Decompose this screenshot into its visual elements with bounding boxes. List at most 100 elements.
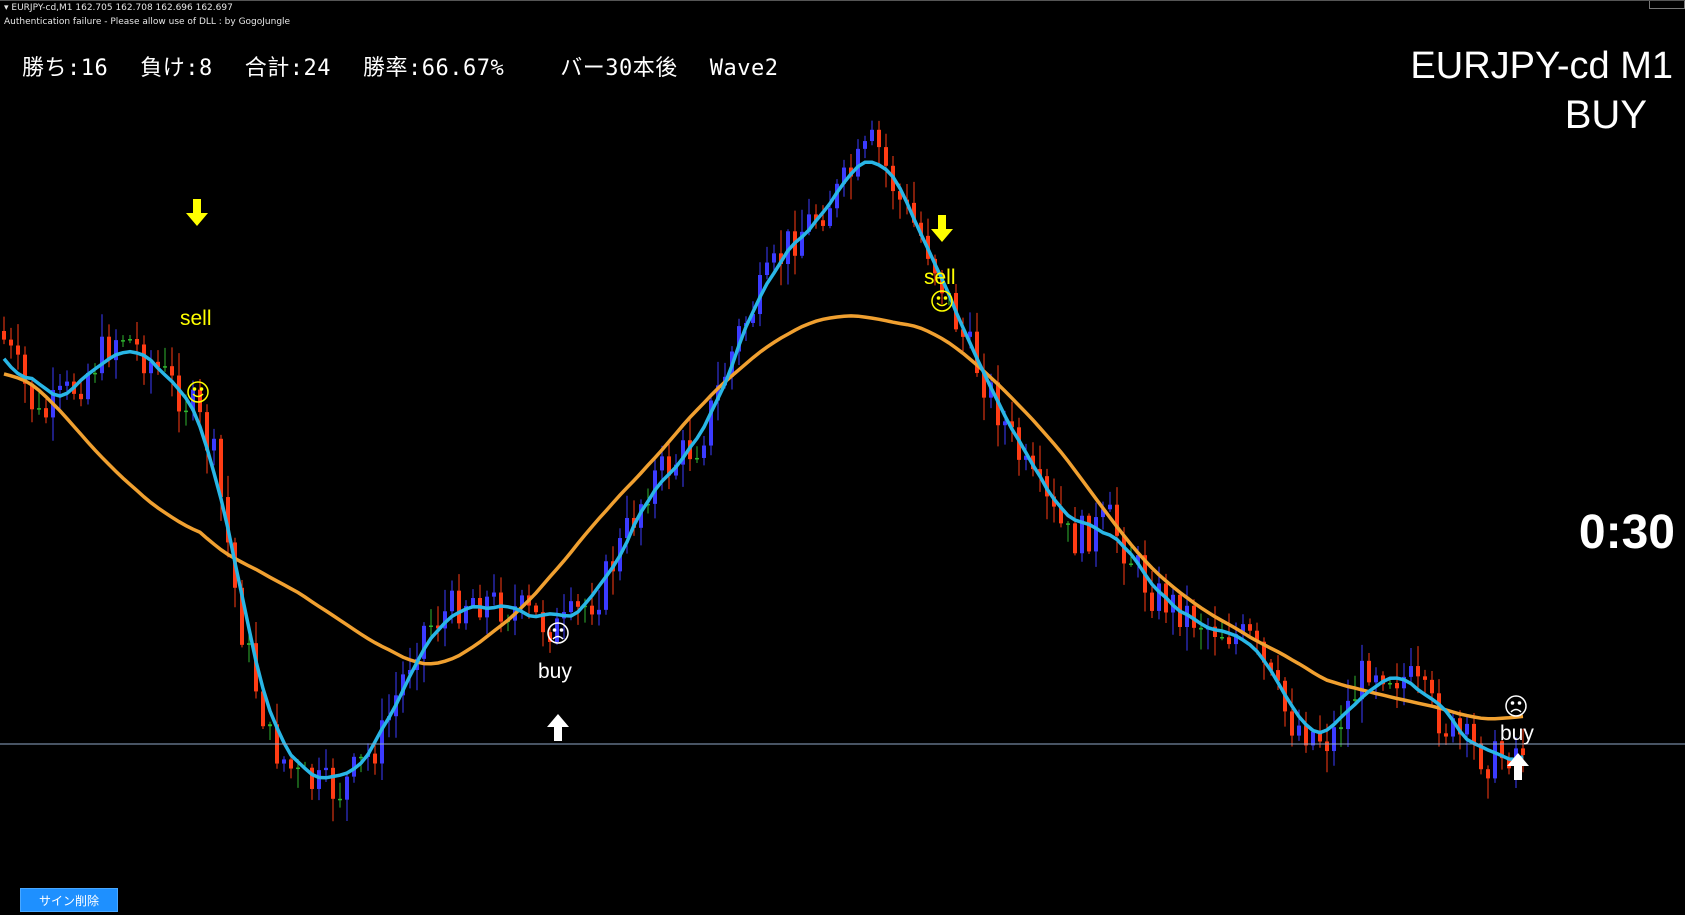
slow-moving-average-line (3, 314, 1524, 721)
candle-body (93, 372, 97, 375)
dropdown-triangle-icon[interactable]: ▾ (4, 3, 9, 13)
sell-label: sell (924, 266, 956, 289)
candle-body (1227, 637, 1231, 645)
price-chart[interactable]: sell sell buy buy (0, 1, 1685, 915)
candle-body (450, 590, 454, 612)
sell-label: sell (180, 307, 212, 330)
candle-body (660, 456, 664, 471)
candle-body (695, 457, 699, 460)
candle-body (58, 385, 62, 391)
candle-body (1374, 675, 1378, 683)
candle-body (268, 724, 272, 727)
candle-body (184, 410, 188, 413)
candle-body (1220, 637, 1224, 639)
candle-body (289, 759, 293, 769)
bar-countdown-timer: 0:30 (1578, 506, 1675, 559)
candle-body (65, 381, 69, 386)
current-signal-label: BUY (1564, 93, 1647, 137)
candle-body (772, 253, 776, 263)
candle-body (1465, 723, 1469, 735)
candle-body (1325, 741, 1329, 752)
candle-body (1094, 517, 1098, 552)
candle-body (373, 753, 377, 764)
sad-face-icon (1505, 695, 1527, 717)
candle-body (1409, 666, 1413, 677)
win-rate: 勝率:66.67% (363, 56, 505, 81)
candle-body (604, 561, 608, 610)
candle-body (135, 339, 139, 345)
candle-body (1157, 583, 1161, 611)
candle-body (1073, 523, 1077, 554)
candle-body (345, 776, 349, 800)
candle-body (359, 756, 363, 759)
symbol-quote-line: ▾ EURJPY-cd,M1 162.705 162.708 162.696 1… (4, 3, 233, 13)
candle-body (1346, 700, 1350, 730)
candle-body (590, 605, 594, 615)
candle-body (1332, 727, 1336, 752)
candle-body (37, 408, 41, 410)
candle-body (1248, 624, 1252, 631)
candle-body (1129, 563, 1133, 565)
candle-body (1339, 727, 1343, 730)
symbol-timeframe-label: EURJPY-cd M1 (1410, 45, 1673, 87)
window-control-box[interactable] (1649, 1, 1685, 9)
candle-body (1416, 666, 1420, 677)
candle-body (128, 339, 132, 341)
candle-body (492, 592, 496, 597)
candle-body (1423, 676, 1427, 680)
candle-body (282, 759, 286, 764)
candle-body (1444, 733, 1448, 737)
sell-arrow-icon (186, 199, 208, 226)
delete-signs-button[interactable]: サイン削除 (20, 888, 118, 912)
bars-after-setting: バー30本後 (560, 56, 678, 81)
candle-body (142, 344, 146, 374)
candle-body (870, 129, 874, 142)
chart-title-bar: ▾ EURJPY-cd,M1 162.705 162.708 162.696 1… (0, 1, 1685, 31)
chart-window[interactable]: sell sell buy buy ▾ EURJPY-cd,M1 162.705… (0, 0, 1685, 914)
candle-body (1430, 679, 1434, 694)
candle-body (44, 408, 48, 418)
candle-body (1493, 741, 1497, 779)
candle-body (863, 141, 867, 149)
wave-setting: Wave2 (709, 56, 779, 81)
candle-body (324, 767, 328, 771)
candle-body (121, 340, 125, 342)
candle-body (79, 393, 83, 400)
candle-body (1388, 682, 1392, 685)
candle-body (100, 336, 104, 374)
buy-label: buy (1500, 722, 1534, 745)
sell-signal-1: sell (180, 199, 212, 403)
wins-count: 勝ち:16 (22, 56, 109, 81)
candle-body (1108, 504, 1112, 510)
candle-body (884, 147, 888, 166)
candle-body (1360, 660, 1364, 700)
stats-panel: 勝ち:16 負け:8 合計:24 勝率:66.67% バー30本後 Wave2 (22, 50, 810, 82)
candle-body (471, 598, 475, 606)
candle-body (2, 331, 6, 340)
losses-count: 負け:8 (140, 56, 213, 81)
candle-body (1290, 711, 1294, 736)
candle-body (856, 148, 860, 177)
candle-body (1486, 769, 1490, 779)
sell-arrow-icon (931, 215, 953, 242)
candle-body (310, 767, 314, 789)
sell-signal-2: sell (924, 215, 956, 312)
candlestick-series (2, 120, 1525, 822)
candle-body (1367, 660, 1371, 683)
buy-arrow-icon (547, 714, 569, 741)
candle-body (457, 590, 461, 624)
candle-body (569, 601, 573, 613)
candle-body (163, 366, 167, 368)
candle-body (765, 262, 769, 276)
candle-body (170, 366, 174, 376)
candle-body (1297, 725, 1301, 736)
candle-body (1311, 731, 1315, 746)
total-count: 合計:24 (244, 56, 331, 81)
candle-body (1066, 523, 1070, 525)
candle-body (212, 438, 216, 451)
candle-body (702, 445, 706, 458)
candle-body (1521, 748, 1525, 756)
candle-body (1395, 682, 1399, 689)
auth-failure-message: Authentication failure - Please allow us… (4, 17, 291, 27)
candle-body (331, 767, 335, 799)
